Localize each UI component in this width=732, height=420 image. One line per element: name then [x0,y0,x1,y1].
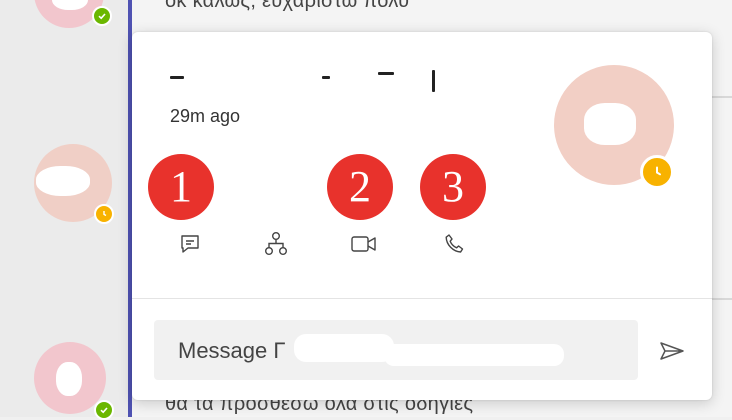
message-input-placeholder: Message Γ [178,338,286,363]
send-icon [660,342,684,360]
phone-call-icon [445,234,464,253]
available-status-icon [92,6,112,26]
available-status-icon [94,400,114,420]
annotation-marker: 2 [327,154,393,220]
chat-button[interactable] [170,224,210,264]
avatar[interactable] [34,342,114,420]
divider [132,298,712,299]
redacted-name [322,76,330,79]
redacted-name [294,334,394,362]
chat-icon [181,235,199,253]
annotation-marker: 1 [148,154,214,220]
redacted-name [432,70,435,92]
video-call-icon [351,236,376,252]
annotation-marker: 3 [420,154,486,220]
avatar[interactable] [34,144,114,224]
audio-call-button[interactable] [434,224,474,264]
contact-avatar[interactable] [554,65,674,189]
message-input[interactable]: Message Γ [154,320,638,380]
divider [712,96,732,98]
divider [712,298,732,300]
video-call-button[interactable] [344,224,384,264]
org-chart-icon [265,232,288,256]
away-status-icon [94,204,114,224]
away-status-icon [640,155,674,189]
contact-card: 29m ago 1 2 3 Message Γ [132,32,712,400]
redacted-name [170,76,184,79]
send-button[interactable] [654,333,690,369]
redacted-name [384,344,564,366]
redacted-name [378,72,394,75]
message-text: οκ καλώς, ευχαριστώ πολύ [165,0,410,12]
last-seen-text: 29m ago [170,106,241,126]
org-chart-button[interactable] [256,224,296,264]
